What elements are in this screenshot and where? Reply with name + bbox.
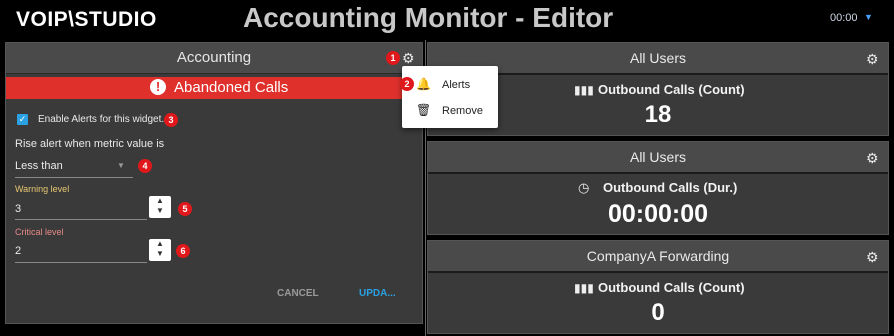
step-badge-1: 1 <box>386 51 400 65</box>
warning-level-label: Warning level <box>15 184 70 194</box>
widget-metric-label: Outbound Calls (Dur.) <box>603 180 738 195</box>
critical-level-label: Critical level <box>15 227 64 237</box>
widget-title: All Users <box>629 50 686 66</box>
widget-metric-label: Outbound Calls (Count) <box>598 280 745 295</box>
editor-title: Accounting <box>176 49 252 66</box>
alert-banner: ! Abandoned Calls <box>6 77 422 99</box>
bar-chart-icon: ▮▮▮ <box>574 83 594 97</box>
menu-item-label: Remove <box>442 105 483 117</box>
clock-icon: ◷ <box>578 180 590 195</box>
step-badge-5: 5 <box>178 202 192 216</box>
rise-alert-label: Rise alert when metric value is <box>15 138 165 150</box>
critical-level-input[interactable]: 2 <box>15 245 21 257</box>
critical-level-underline <box>15 262 147 263</box>
widget-metric-value: 0 <box>651 299 665 326</box>
enable-alerts-checkbox[interactable]: ✓ <box>17 114 28 125</box>
widget-card: All Users ⚙ ◷ Outbound Calls (Dur.) 00:0… <box>427 141 889 235</box>
step-badge-2: 2 <box>400 77 414 91</box>
exclamation-icon: ! <box>150 79 166 95</box>
bell-icon: 🔔 <box>416 77 431 91</box>
warning-level-underline <box>15 219 147 220</box>
widget-metric-label: Outbound Calls (Count) <box>598 82 745 97</box>
editor-header: Accounting ⚙ 1 <box>6 43 422 74</box>
widget-context-menu: 🔔 Alerts 🗑 Remove <box>402 66 498 128</box>
banner-title: Abandoned Calls <box>174 79 289 96</box>
widget-metric-value: 00:00:00 <box>607 200 709 228</box>
enable-alerts-label: Enable Alerts for this widget. <box>38 114 165 125</box>
widget-header: All Users ⚙ <box>428 142 888 174</box>
cancel-button[interactable]: CANCEL <box>277 288 319 299</box>
gear-icon[interactable]: ⚙ <box>866 249 879 266</box>
update-button[interactable]: UPDA... <box>359 288 396 299</box>
widget-header: CompanyA Forwarding ⚙ <box>428 241 888 273</box>
widget-editor-panel: Accounting ⚙ 1 ! Abandoned Calls ✓ Enabl… <box>5 42 423 324</box>
widget-title: CompanyA Forwarding <box>586 248 730 264</box>
comparison-select-value[interactable]: Less than <box>15 160 63 172</box>
page-title: Accounting Monitor - Editor <box>243 2 614 33</box>
widget-card: CompanyA Forwarding ⚙ ▮▮▮ Outbound Calls… <box>427 240 889 334</box>
clock-display[interactable]: 00:00 <box>830 12 858 24</box>
gear-icon[interactable]: ⚙ <box>866 150 879 167</box>
trash-icon: 🗑 <box>416 103 432 117</box>
step-badge-3: 3 <box>164 113 178 127</box>
dropdown-arrow-icon[interactable]: ▼ <box>117 161 125 170</box>
step-badge-6: 6 <box>176 244 190 258</box>
warning-level-input[interactable]: 3 <box>15 203 21 215</box>
bar-chart-icon: ▮▮▮ <box>574 281 594 295</box>
gear-icon[interactable]: ⚙ <box>866 51 879 68</box>
warning-level-stepper[interactable]: ▲ ▼ <box>149 196 171 218</box>
comparison-select-underline <box>15 177 133 178</box>
critical-level-stepper[interactable]: ▲ ▼ <box>149 239 171 261</box>
gear-icon[interactable]: ⚙ <box>402 50 415 67</box>
voipstudio-logo: VOIP\STUDIO <box>16 8 157 31</box>
menu-item-remove[interactable]: 🗑 Remove <box>402 98 498 124</box>
widget-title: All Users <box>629 149 686 165</box>
menu-item-alerts[interactable]: 🔔 Alerts <box>402 72 498 98</box>
menu-item-label: Alerts <box>442 79 471 91</box>
chevron-down-icon[interactable]: ▼ <box>864 12 873 22</box>
step-badge-4: 4 <box>138 159 152 173</box>
